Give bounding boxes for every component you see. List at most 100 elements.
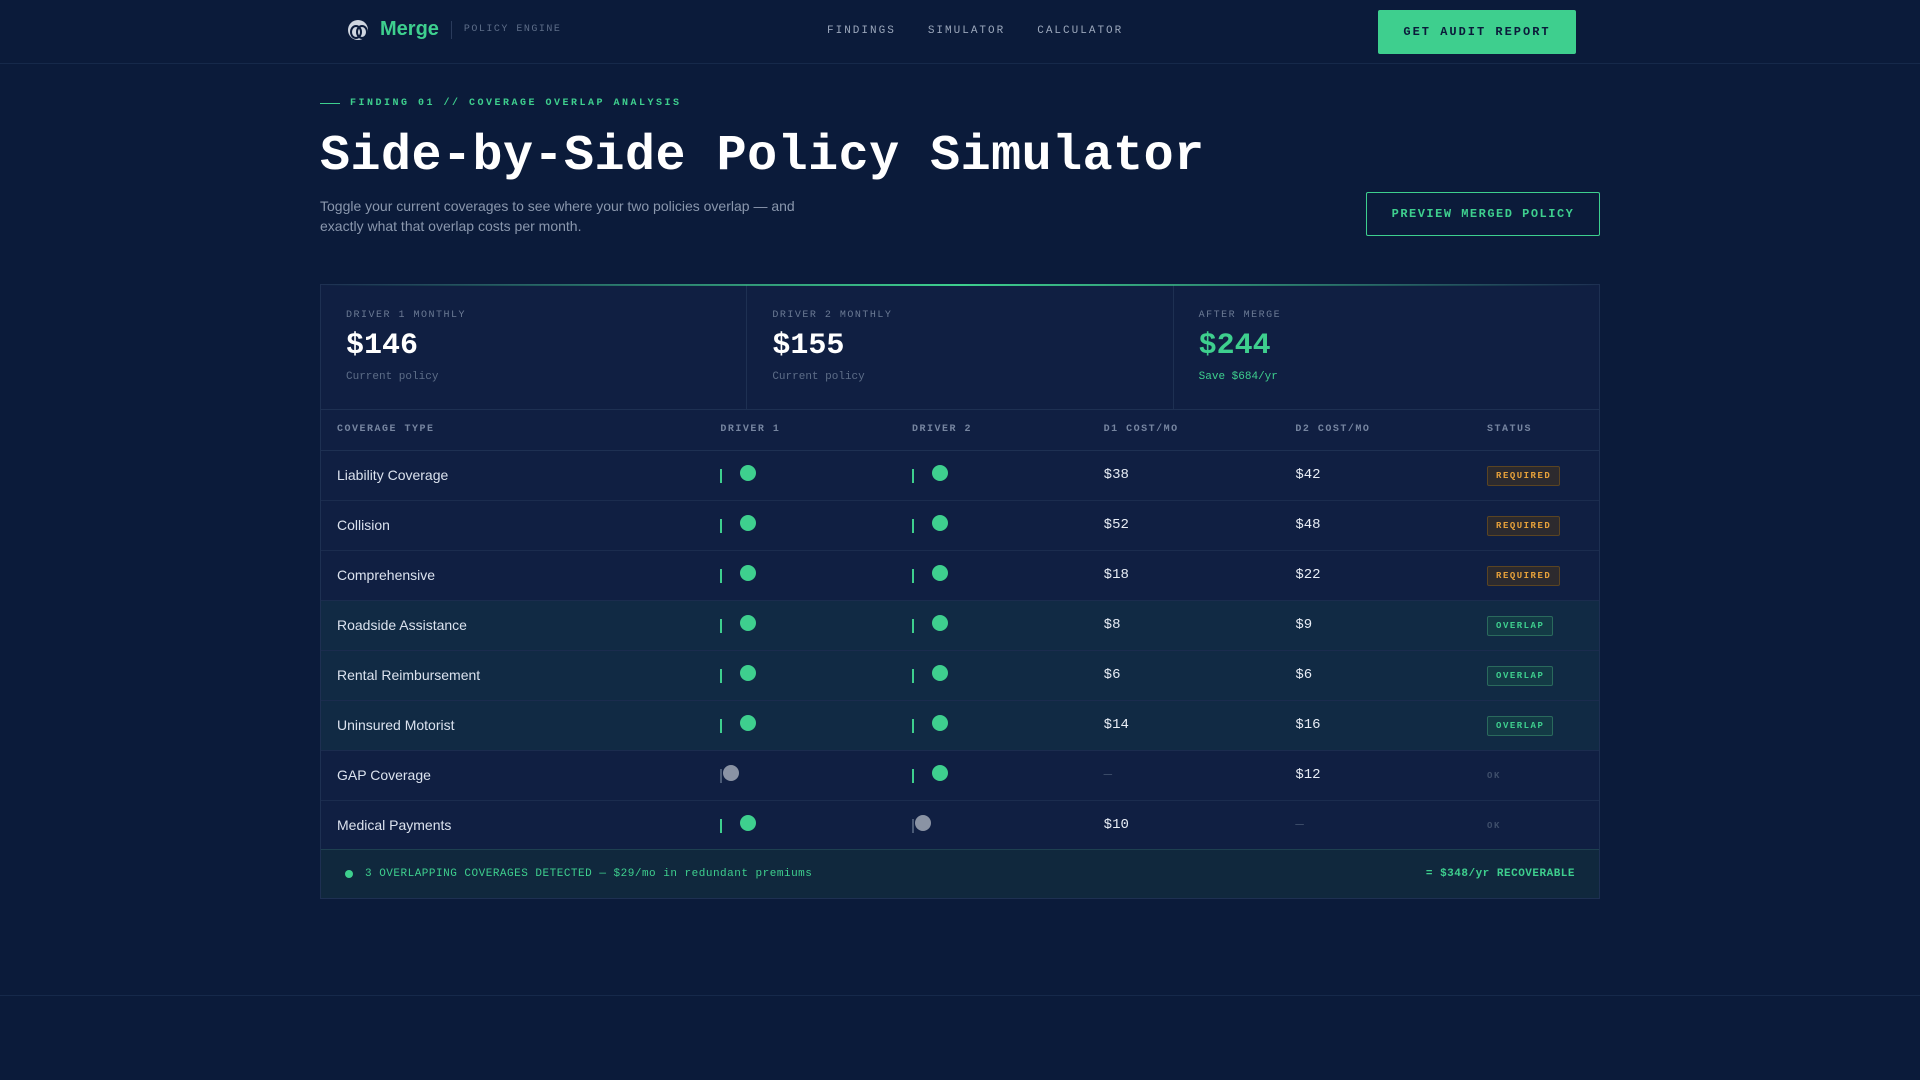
nav-link-simulator[interactable]: SIMULATOR [928,25,1005,37]
overlap-summary: 3 OVERLAPPING COVERAGES DETECTED — $29/m… [345,868,812,880]
driver-2-toggle[interactable] [912,615,952,635]
column-header-coverage-type: COVERAGE TYPE [321,410,705,451]
driver-1-toggle[interactable] [720,615,760,635]
coverage-name: GAP Coverage [321,750,705,801]
toggle-knob [932,515,948,531]
d1-cost-cell: $8 [1087,600,1280,651]
stats-row: DRIVER 1 MONTHLY $146 Current policy DRI… [321,285,1599,410]
driver-2-toggle[interactable] [912,715,952,735]
page-title: Side-by-Side Policy Simulator [320,128,1205,185]
stat-driver-1: DRIVER 1 MONTHLY $146 Current policy [321,285,748,409]
status-badge: REQUIRED [1487,465,1561,486]
driver-2-toggle[interactable] [912,515,952,535]
toggle-knob [723,765,740,781]
page-subtitle: Toggle your current coverages to see whe… [320,198,795,234]
d1-cost-cell: — [1087,750,1280,801]
table-header-row: COVERAGE TYPE DRIVER 1 DRIVER 2 D1 COST/… [321,410,1599,451]
driver-1-cell [704,650,896,701]
driver-1-toggle[interactable] [720,665,760,685]
driver-1-cell [704,500,896,551]
driver-2-toggle[interactable] [912,665,952,685]
toggle-track [912,619,914,633]
status-badge: OK [1487,771,1501,781]
driver-2-toggle[interactable] [912,765,952,785]
nav-link-findings[interactable]: FINDINGS [827,25,896,37]
driver-2-cell [896,600,1088,651]
get-audit-report-button[interactable]: GET AUDIT REPORT [1378,10,1576,54]
toggle-track [912,519,914,533]
toggle-track [720,519,723,533]
driver-1-toggle[interactable] [720,515,760,535]
stat-label: DRIVER 2 MONTHLY [772,310,893,321]
driver-1-toggle[interactable] [720,765,760,785]
driver-2-toggle[interactable] [912,465,952,485]
status-badge: OVERLAP [1487,615,1554,636]
toggle-knob [932,465,948,481]
nav-links: FINDINGS SIMULATOR CALCULATOR [827,25,1123,37]
driver-1-toggle[interactable] [720,465,760,485]
d1-cost-cell: $18 [1087,550,1280,601]
driver-1-cell [704,600,896,651]
driver-2-cell [896,800,1088,851]
recoverable-amount: = $348/yr RECOVERABLE [1425,868,1575,880]
toggle-track [720,469,723,483]
d1-cost-cell: $6 [1087,650,1280,701]
status-cell: OVERLAP [1471,700,1599,751]
driver-1-toggle[interactable] [720,565,760,585]
d2-cost-cell: — [1279,800,1472,851]
toggle-track [720,619,723,633]
top-nav: Merge POLICY ENGINE FINDINGS SIMULATOR C… [0,0,1920,64]
d2-cost-cell: $42 [1279,450,1472,501]
toggle-knob [932,615,948,631]
bottom-divider [0,995,1920,996]
preview-merged-policy-button[interactable]: PREVIEW MERGED POLICY [1366,192,1600,236]
driver-1-cell [704,750,896,801]
coverage-name: Collision [321,500,705,551]
d1-cost-cell: $38 [1087,450,1280,501]
table-row: Rental Reimbursement $6 $6 OVERLAP [321,650,1599,701]
nav-link-calculator[interactable]: CALCULATOR [1037,25,1123,37]
driver-2-toggle[interactable] [912,565,952,585]
eyebrow: FINDING 01 // COVERAGE OVERLAP ANALYSIS [320,98,682,109]
toggle-track [912,819,914,833]
toggle-knob [932,765,948,781]
toggle-knob [740,615,757,631]
toggle-knob [740,565,757,581]
toggle-track [912,669,914,683]
status-badge: OK [1487,821,1501,831]
column-header-d2-cost: D2 COST/MO [1279,410,1472,451]
status-dot-icon [345,870,353,878]
brand-divider [450,20,452,39]
driver-1-toggle[interactable] [720,715,760,735]
status-cell: REQUIRED [1471,550,1599,601]
brand[interactable]: Merge POLICY ENGINE [348,18,561,41]
coverage-name: Roadside Assistance [321,600,705,651]
toggle-knob [915,815,931,831]
status-cell: OVERLAP [1471,600,1599,651]
stat-label: DRIVER 1 MONTHLY [346,310,467,321]
status-badge: REQUIRED [1487,565,1561,586]
driver-1-cell [704,700,896,751]
status-cell: REQUIRED [1471,450,1599,501]
status-cell: OK [1471,800,1599,851]
coverage-name: Rental Reimbursement [321,650,705,701]
d1-cost-cell: $14 [1087,700,1280,751]
column-header-driver-1: DRIVER 1 [704,410,896,451]
stat-label: AFTER MERGE [1198,310,1282,321]
stat-sub: Save $684/yr [1198,371,1278,383]
column-header-status: STATUS [1471,410,1599,451]
driver-2-cell [896,450,1088,501]
toggle-knob [740,715,757,731]
toggle-track [720,669,723,683]
brain-icon [348,19,368,40]
toggle-knob [740,515,757,531]
overlap-summary-text: 3 OVERLAPPING COVERAGES DETECTED — $29/m… [365,868,813,880]
toggle-knob [932,565,948,581]
toggle-track [720,719,723,733]
status-cell: OK [1471,750,1599,801]
toggle-track [912,719,914,733]
driver-1-cell [704,450,896,501]
driver-2-toggle[interactable] [912,815,952,835]
table-row: GAP Coverage — $12 OK [321,750,1599,801]
driver-1-toggle[interactable] [720,815,760,835]
